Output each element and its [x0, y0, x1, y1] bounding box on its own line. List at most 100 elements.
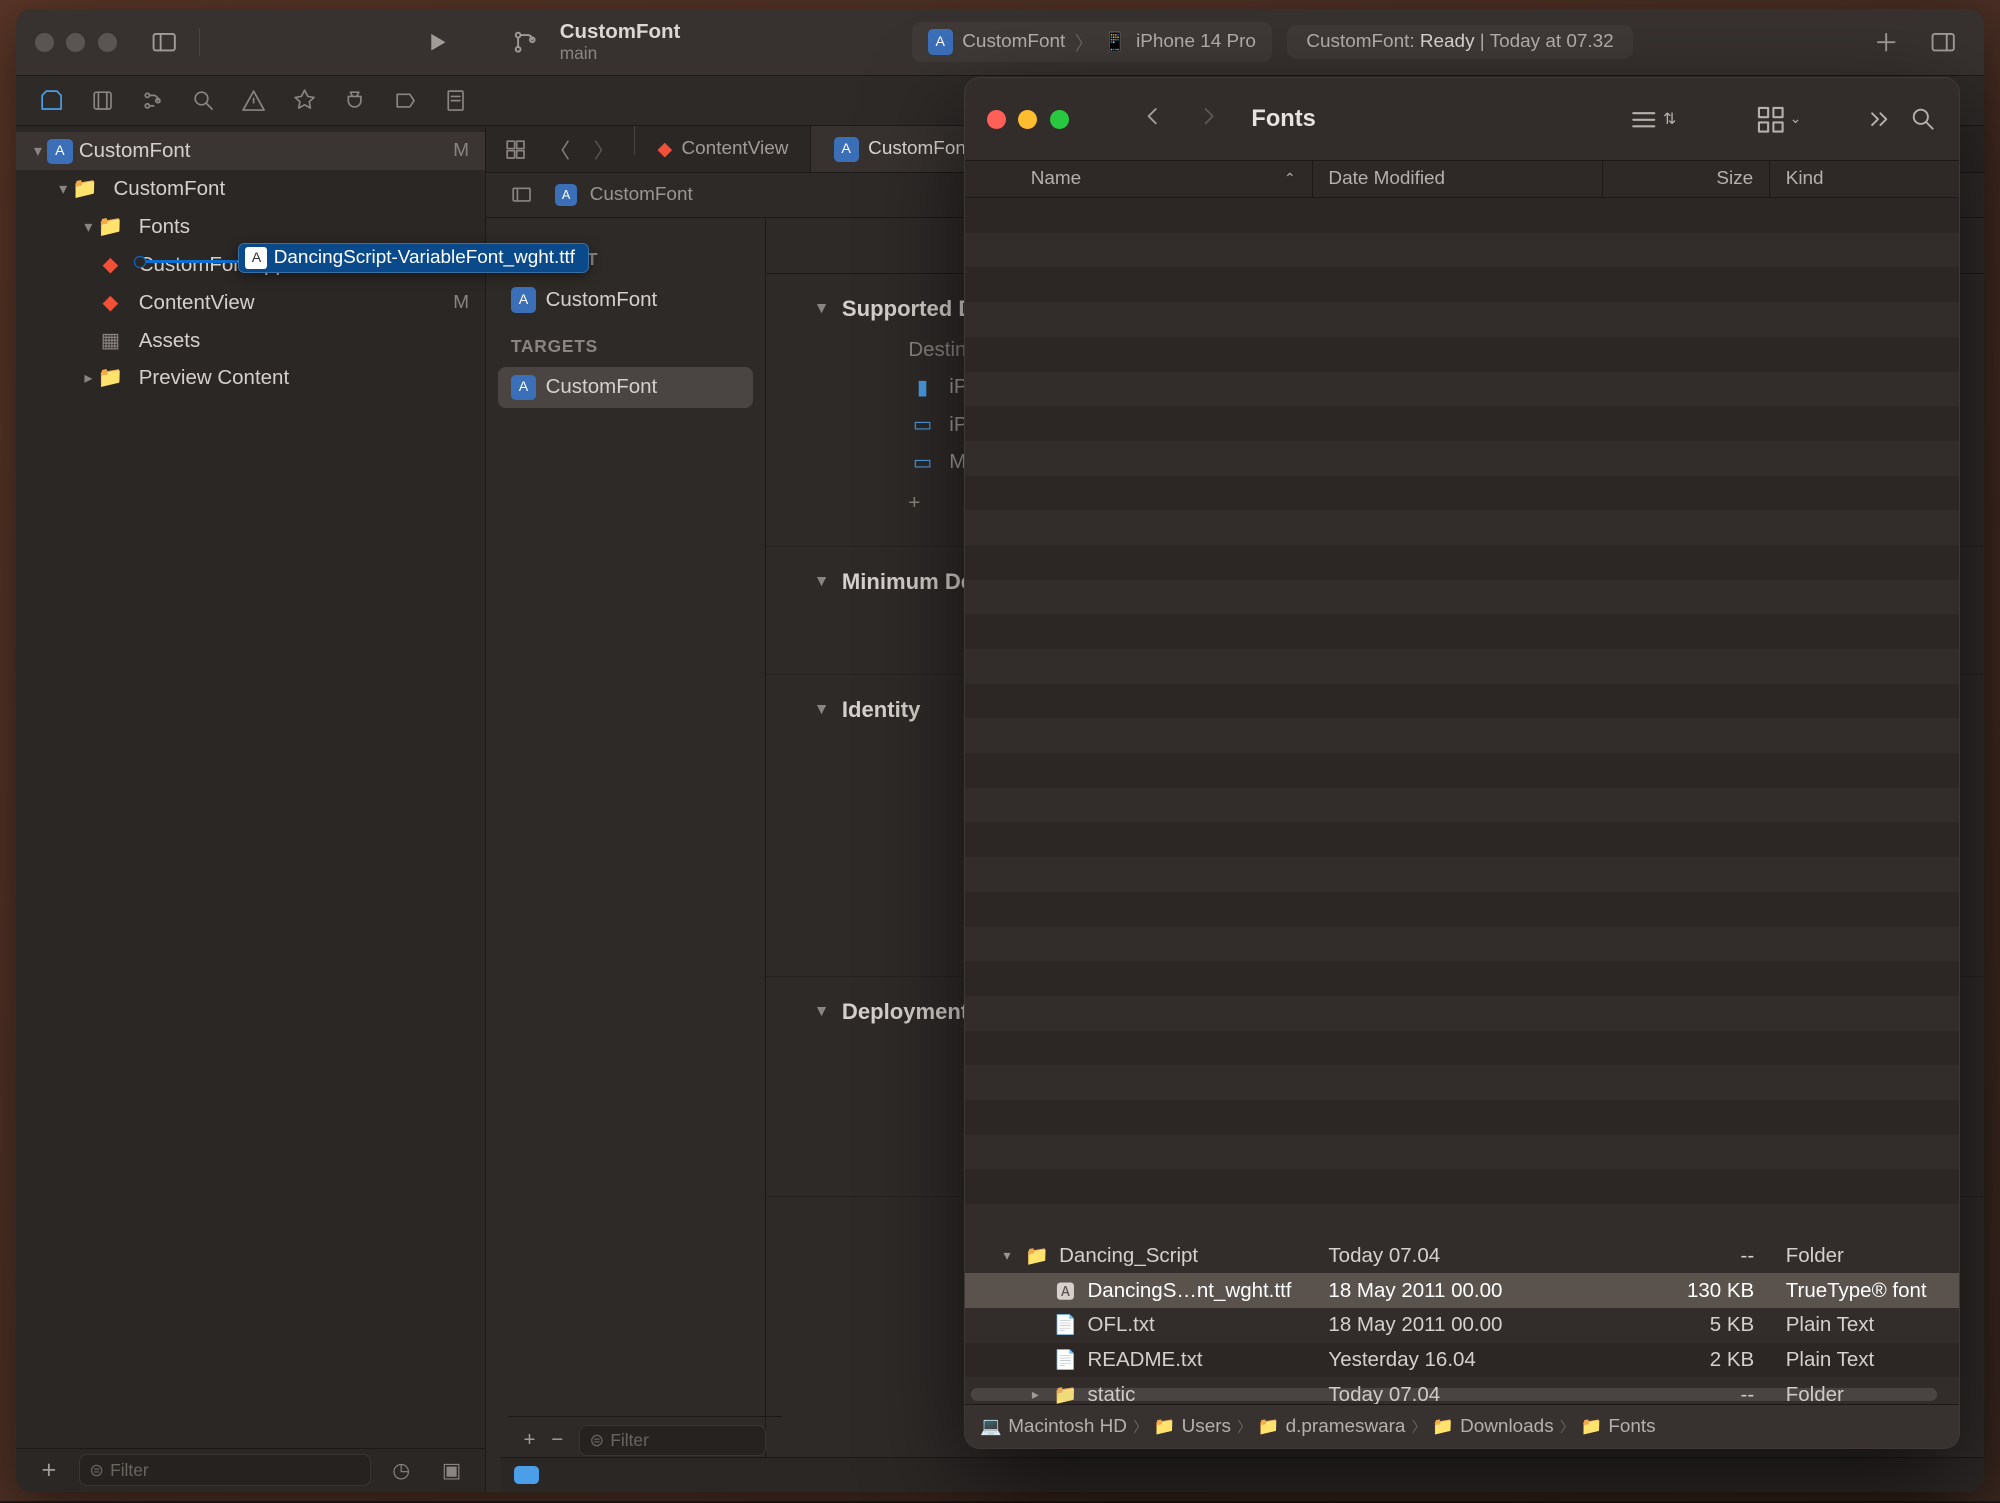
debug-view-icon[interactable]	[514, 1466, 539, 1485]
file-date: 18 May 2011 00.00	[1313, 1279, 1603, 1303]
remove-target-icon[interactable]: −	[551, 1428, 563, 1452]
navigator-row[interactable]: ▾ACustomFontM	[16, 132, 485, 170]
proj-icon: A	[47, 139, 72, 164]
empty-row	[965, 961, 1960, 996]
path-label: Users	[1182, 1416, 1231, 1438]
empty-row	[965, 198, 1960, 233]
disclosure-icon[interactable]: ▼	[814, 300, 830, 318]
issue-navigator-icon[interactable]	[233, 81, 274, 119]
navigator-row[interactable]: ▸📁Preview Content	[16, 359, 485, 397]
finder-row[interactable]: 📄README.txtYesterday 16.042 KBPlain Text	[965, 1343, 1960, 1378]
debug-navigator-icon[interactable]	[334, 81, 375, 119]
scrollbar[interactable]	[971, 1388, 1937, 1401]
editor-layout-icon[interactable]	[495, 130, 536, 168]
scheme-project: CustomFont	[962, 31, 1065, 53]
recent-icon[interactable]: ◷	[381, 1451, 422, 1489]
disclosure-icon[interactable]: ▼	[814, 1003, 830, 1021]
add-button-icon[interactable]: +	[28, 1451, 69, 1489]
report-navigator-icon[interactable]	[435, 81, 476, 119]
column-date[interactable]: Date Modified	[1313, 161, 1603, 197]
mac-icon: ▭	[908, 450, 936, 475]
file-name: DancingS…nt_wght.ttf	[1088, 1279, 1292, 1303]
xcode-traffic-lights[interactable]	[35, 33, 117, 52]
finder-row[interactable]: 📄OFL.txt18 May 2011 00.005 KBPlain Text	[965, 1308, 1960, 1343]
disclosure-icon[interactable]: ▼	[814, 701, 830, 719]
chevron-right-icon: 〉	[1075, 29, 1094, 56]
sidebar-toggle-icon[interactable]	[142, 20, 186, 64]
add-target-icon[interactable]: +	[524, 1428, 536, 1452]
navigator-row[interactable]: ▾📁CustomFont	[16, 170, 485, 208]
source-control-navigator-icon[interactable]	[82, 81, 123, 119]
column-name[interactable]: Name⌃	[965, 161, 1313, 197]
branch-icon[interactable]	[503, 20, 547, 64]
folder-icon: 📁	[1258, 1416, 1280, 1437]
path-segment[interactable]: 📁Downloads	[1432, 1416, 1553, 1438]
disclosure-icon[interactable]: ▸	[79, 368, 98, 388]
find-navigator-icon[interactable]	[183, 81, 224, 119]
column-size[interactable]: Size	[1603, 161, 1770, 197]
path-segment[interactable]: 💻Macintosh HD	[980, 1416, 1127, 1438]
test-navigator-icon[interactable]	[284, 81, 325, 119]
finder-row[interactable]: ▾📁Dancing_ScriptToday 07.04--Folder	[965, 1239, 1960, 1274]
scm-filter-icon[interactable]: ▣	[431, 1451, 472, 1489]
file-date: Yesterday 16.04	[1313, 1348, 1603, 1372]
back-button-icon[interactable]	[1132, 96, 1173, 143]
view-options-icon[interactable]: ⇅	[1628, 104, 1676, 136]
symbol-navigator-icon[interactable]	[132, 81, 173, 119]
target-filter[interactable]: ⊜Filter	[579, 1425, 766, 1457]
empty-row	[965, 649, 1960, 684]
scheme-selector[interactable]: A CustomFont 〉 📱 iPhone 14 Pro	[912, 22, 1272, 62]
project-item[interactable]: A CustomFont	[498, 280, 752, 321]
disclosure-icon[interactable]: ▼	[814, 573, 830, 591]
empty-row	[965, 1031, 1960, 1066]
search-icon[interactable]	[1909, 105, 1937, 133]
related-items-icon[interactable]	[501, 176, 542, 214]
breakpoint-navigator-icon[interactable]	[385, 81, 426, 119]
path-label: Macintosh HD	[1008, 1416, 1127, 1438]
path-segment[interactable]: 📁 Users	[1154, 1416, 1231, 1438]
navigator-row[interactable]: ▦Assets	[16, 322, 485, 360]
run-button-icon[interactable]	[415, 20, 459, 64]
disclosure-icon[interactable]: ▾	[79, 217, 98, 237]
disclosure-icon[interactable]: ▾	[28, 141, 47, 161]
navigator-filter[interactable]: ⊜ Filter	[79, 1454, 371, 1486]
empty-row	[965, 1169, 1960, 1204]
forward-button-icon[interactable]	[1188, 96, 1229, 143]
debug-bar	[501, 1457, 1983, 1492]
library-icon[interactable]	[1921, 20, 1965, 64]
navigator-row[interactable]: ◆ContentViewM	[16, 284, 485, 322]
finder-traffic-lights[interactable]	[987, 110, 1069, 129]
disclosure-icon[interactable]: ▾	[999, 1248, 1015, 1264]
target-item[interactable]: A CustomFont	[498, 367, 752, 408]
finder-path-bar[interactable]: 💻Macintosh HD〉📁Users〉📁d.prameswara〉📁Down…	[965, 1404, 1960, 1448]
folder-icon: 📁	[1154, 1416, 1176, 1437]
path-segment[interactable]: 📁d.prameswara	[1258, 1416, 1406, 1438]
more-icon[interactable]	[1865, 105, 1893, 133]
nav-back-icon[interactable]: 〈	[539, 130, 580, 168]
nav-fwd-icon[interactable]: 〉	[583, 130, 624, 168]
editor-tab-contentview[interactable]: ◆ ContentView	[635, 126, 811, 172]
navigator-row[interactable]: ▾📁Fonts	[16, 208, 485, 246]
font-file-icon: A	[245, 247, 267, 269]
file-kind: Plain Text	[1770, 1313, 1959, 1337]
file-name: OFL.txt	[1088, 1313, 1155, 1337]
plus-icon[interactable]	[1864, 20, 1908, 64]
row-label: ContentView	[139, 291, 255, 315]
asset-icon: ▦	[98, 328, 123, 353]
empty-row	[965, 1135, 1960, 1170]
crumb-proj-icon: A	[555, 184, 577, 206]
empty-row	[965, 892, 1960, 927]
path-segment[interactable]: 📁Fonts	[1580, 1416, 1655, 1438]
group-by-icon[interactable]: ⌄	[1755, 104, 1802, 136]
empty-row	[965, 406, 1960, 441]
column-kind[interactable]: Kind	[1770, 161, 1959, 197]
project-navigator-icon[interactable]	[32, 81, 73, 119]
proj-icon: A	[834, 137, 859, 162]
finder-row[interactable]: 🅰DancingS…nt_wght.ttf18 May 2011 00.0013…	[965, 1273, 1960, 1308]
navigator-tree[interactable]: ▾ACustomFontM▾📁CustomFont▾📁Fonts◆CustomF…	[16, 126, 485, 1448]
file-icon: 📄	[1053, 1348, 1078, 1373]
finder-file-list[interactable]: ▾📁Dancing_ScriptToday 07.04--Folder🅰Danc…	[965, 198, 1960, 1404]
disclosure-icon[interactable]: ▾	[54, 179, 73, 199]
row-label: CustomFont	[114, 177, 226, 201]
filter-placeholder: Filter	[110, 1460, 149, 1481]
